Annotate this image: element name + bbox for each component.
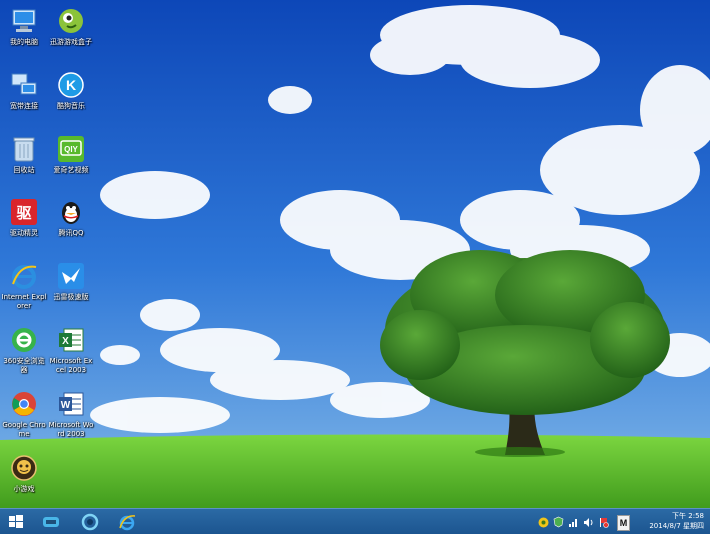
start-button[interactable] <box>5 511 27 532</box>
driver-icon: 驱 <box>9 197 39 227</box>
input-method-icon: M <box>619 518 628 528</box>
desktop-icon-word[interactable]: W Microsoft Word 2003 <box>48 385 94 439</box>
volume-icon <box>583 517 592 527</box>
taskbar-clock[interactable]: 下午 2:58 2014/8/7 星期四 <box>640 511 704 531</box>
chrome-icon <box>9 389 39 419</box>
taskbar-ie-button[interactable] <box>116 511 138 532</box>
taskbar-media-button[interactable] <box>79 511 101 532</box>
desktop-icon-recycle-bin[interactable]: 回收站 <box>1 130 47 175</box>
broadband-icon <box>9 70 39 100</box>
desktop-icon-kugou[interactable]: K 酷狗音乐 <box>48 66 94 111</box>
clock-time: 下午 2:58 <box>672 512 704 520</box>
tray-shield[interactable] <box>537 515 549 529</box>
ie-icon <box>9 261 39 291</box>
desktop-icon-game-box[interactable]: 迅游游戏盒子 <box>48 2 94 47</box>
desktop-icon-360-browser[interactable]: 360安全浏览器 <box>1 321 47 375</box>
recycle-bin-icon <box>9 134 39 164</box>
svg-text:驱: 驱 <box>16 204 31 222</box>
tray-network[interactable] <box>567 515 579 529</box>
taskbar-teamviewer-button[interactable] <box>40 511 62 532</box>
tray-security[interactable] <box>552 515 564 529</box>
shield-icon <box>538 517 548 527</box>
desktop-icon-broadband[interactable]: 宽带连接 <box>1 66 47 111</box>
svg-text:X: X <box>62 336 69 347</box>
thunder-icon <box>56 261 86 291</box>
svg-text:W: W <box>61 400 71 411</box>
desktop-icon-internet-explorer[interactable]: Internet Explorer <box>1 257 47 311</box>
tray-volume[interactable] <box>582 515 594 529</box>
clock-date: 2014/8/7 星期四 <box>649 522 704 530</box>
teamviewer-icon <box>43 516 59 527</box>
security-icon <box>553 516 563 528</box>
tray-input-method[interactable]: M <box>617 515 630 531</box>
word-icon: W <box>56 389 86 419</box>
excel-icon: X <box>56 325 86 355</box>
tray-flag[interactable] <box>597 515 609 529</box>
desktop: 我的电脑 迅游游戏盒子 宽带连接 K 酷狗音乐 回收站 QIY 爱奇艺视频 驱 <box>0 0 710 508</box>
qq-icon <box>56 197 86 227</box>
mini-game-icon <box>9 453 39 483</box>
game-icon <box>56 6 86 36</box>
desktop-icon-my-computer[interactable]: 我的电脑 <box>1 2 47 47</box>
desktop-icon-thunder[interactable]: 迅雷极速版 <box>48 257 94 302</box>
kugou-icon: K <box>56 70 86 100</box>
iqiyi-icon: QIY <box>56 134 86 164</box>
desktop-icon-iqiyi[interactable]: QIY 爱奇艺视频 <box>48 130 94 175</box>
desktop-icon-mini-game[interactable]: 小游戏 <box>1 449 47 494</box>
taskbar: M 下午 2:58 2014/8/7 星期四 <box>0 508 710 534</box>
ie-icon <box>119 514 136 530</box>
media-icon <box>81 513 99 530</box>
computer-icon <box>9 6 39 36</box>
desktop-icon-chrome[interactable]: Google Chrome <box>1 385 47 439</box>
svg-text:QIY: QIY <box>64 145 78 154</box>
network-icon <box>568 518 577 527</box>
svg-text:K: K <box>66 77 76 93</box>
browser-360-icon <box>9 325 39 355</box>
desktop-icon-driver-genius[interactable]: 驱 驱动精灵 <box>1 193 47 238</box>
start-icon <box>9 514 23 528</box>
desktop-icon-qq[interactable]: 腾讯QQ <box>48 193 94 238</box>
flag-icon <box>599 517 609 528</box>
desktop-icon-excel[interactable]: X Microsoft Excel 2003 <box>48 321 94 375</box>
